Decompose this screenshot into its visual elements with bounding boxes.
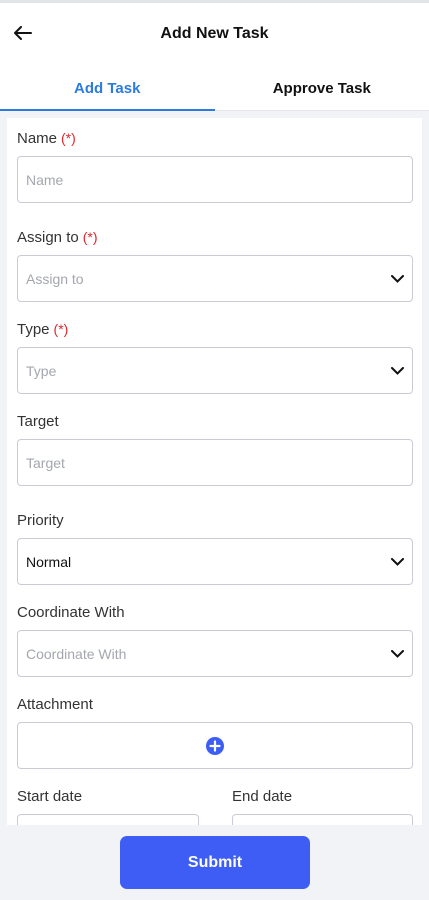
assign-to-select[interactable]: Assign to <box>17 255 413 302</box>
name-label: Name (*) <box>17 130 76 147</box>
end-date-label-text: End date <box>232 788 293 805</box>
coordinate-with-select[interactable]: Coordinate With <box>17 630 413 677</box>
type-placeholder: Type <box>26 362 57 379</box>
attachment-label: Attachment <box>17 696 93 713</box>
app-header: Add New Task <box>0 3 429 65</box>
type-label: Type (*) <box>17 321 68 338</box>
start-date-label-text: Start date <box>17 788 83 805</box>
assign-to-label: Assign to (*) <box>17 229 97 246</box>
priority-label: Priority <box>17 512 64 529</box>
name-input[interactable]: Name <box>17 156 413 203</box>
attachment-add-button[interactable] <box>17 722 413 769</box>
arrow-left-icon <box>14 26 32 40</box>
chevron-down-icon <box>390 647 404 661</box>
task-form: Name (*) Name Assign to (*) Assign to Type… <box>7 118 422 825</box>
chevron-down-icon <box>390 555 404 569</box>
chevron-down-icon <box>390 272 404 286</box>
coordinate-with-placeholder: Coordinate With <box>26 645 127 662</box>
coordinate-with-label: Coordinate With <box>17 604 125 621</box>
required-marker: (*) <box>53 321 69 337</box>
target-label: Target <box>17 413 59 430</box>
page-title: Add New Task <box>160 25 269 42</box>
priority-value: Normal <box>26 553 72 570</box>
tab-bar: Add Task Approve Task <box>0 65 429 111</box>
attachment-label-text: Attachment <box>17 696 93 713</box>
type-select[interactable]: Type <box>17 347 413 394</box>
target-placeholder: Target <box>26 454 65 471</box>
end-date-input[interactable] <box>232 814 413 825</box>
name-placeholder: Name <box>26 171 64 188</box>
required-marker: (*) <box>82 229 98 245</box>
back-button[interactable] <box>10 20 36 46</box>
form-footer: Submit <box>0 825 429 900</box>
tab-approve-task[interactable]: Approve Task <box>214 65 429 111</box>
priority-select[interactable]: Normal <box>17 538 413 585</box>
start-date-input[interactable] <box>17 814 199 825</box>
target-input[interactable]: Target <box>17 439 413 486</box>
type-label-text: Type <box>17 321 50 338</box>
priority-label-text: Priority <box>17 512 64 529</box>
chevron-down-icon <box>390 364 404 378</box>
submit-button[interactable]: Submit <box>120 836 310 889</box>
plus-circle-icon <box>206 736 224 755</box>
name-label-text: Name <box>17 130 58 147</box>
end-date-label: End date <box>232 788 292 805</box>
target-label-text: Target <box>17 413 59 430</box>
required-marker: (*) <box>61 130 76 146</box>
start-date-label: Start date <box>17 788 82 805</box>
assign-to-label-text: Assign to <box>17 229 79 246</box>
coordinate-with-label-text: Coordinate With <box>17 604 125 621</box>
tab-add-task[interactable]: Add Task <box>0 65 215 111</box>
assign-to-placeholder: Assign to <box>26 270 84 287</box>
